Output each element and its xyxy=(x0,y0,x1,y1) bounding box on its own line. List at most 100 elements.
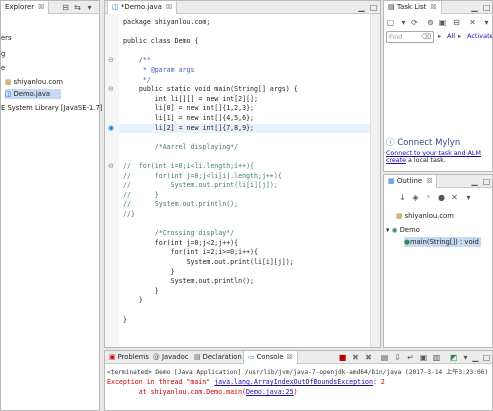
tab-package-explorer[interactable]: Explorer ☒ xyxy=(1,1,50,14)
code-line[interactable]: for(int i=2;i>=0;i++){ xyxy=(123,248,258,257)
hide-nonpublic-icon[interactable]: ● xyxy=(437,193,446,202)
code-line[interactable]: // for(int j=0;j<li[i].length;j++){ xyxy=(123,172,282,181)
breakpoint-marker-icon[interactable]: ◉ xyxy=(108,124,114,132)
code-line[interactable]: for(int j=0;j<2;j++){ xyxy=(123,239,238,248)
outline-item-class[interactable]: ▾ ◉ Demo xyxy=(386,225,420,235)
terminate-icon[interactable]: ■ xyxy=(338,353,347,362)
hide-icon[interactable]: ▣ xyxy=(438,18,447,27)
close-icon[interactable]: ☒ xyxy=(166,3,172,11)
sort-icon[interactable]: ↓ xyxy=(398,193,407,202)
code-line[interactable]: li[1] = new int[]{4,5,6}; xyxy=(123,114,254,123)
vertical-scrollbar[interactable] xyxy=(370,14,380,347)
menu-icon[interactable]: ▾ xyxy=(482,18,491,27)
collapse-arrow-icon[interactable]: ▾ xyxy=(386,226,389,234)
open-console-icon[interactable]: ◩ xyxy=(449,353,458,362)
all-link[interactable]: All xyxy=(447,32,455,40)
menu-icon[interactable]: ▾ xyxy=(464,193,473,202)
code-line[interactable]: li[0] = new int[]{1,2,3}; xyxy=(123,104,254,113)
code-line[interactable]: /** xyxy=(123,56,151,65)
code-line[interactable]: // System.out.print(li[i][j]); xyxy=(123,181,278,190)
maximize-icon[interactable]: □ xyxy=(482,177,491,186)
tab-problems[interactable]: ▣ Problems xyxy=(109,351,149,364)
code-line[interactable]: System.out.println(); xyxy=(123,277,254,286)
view-menu-icon[interactable]: ▾ xyxy=(85,3,94,12)
outline-item-package[interactable]: ▦ shiyanlou.com xyxy=(396,211,454,221)
fold-toggle-icon[interactable]: ⊖ xyxy=(108,85,114,93)
close-all-icon[interactable]: ✕ xyxy=(468,18,477,27)
remove-all-icon[interactable]: ✖ xyxy=(364,353,373,362)
code-line[interactable]: package shiyanlou.com; xyxy=(123,18,210,27)
minimize-icon[interactable]: ▁ xyxy=(470,177,479,186)
close-icon[interactable]: ☒ xyxy=(287,353,293,361)
maximize-icon[interactable]: □ xyxy=(482,353,491,362)
link-editor-icon[interactable]: ⇆ xyxy=(73,3,82,12)
code-area[interactable]: package shiyanlou.com; public class Demo … xyxy=(119,14,370,347)
tree-item[interactable]: ers xyxy=(1,33,12,43)
tab-console[interactable]: ▭ Console ☒ xyxy=(243,351,298,364)
hide-local-types-icon[interactable]: ✕ xyxy=(450,193,459,202)
code-line[interactable]: // } xyxy=(123,191,159,200)
tree-item-library[interactable]: E System Library [JavaSE-1.7] xyxy=(1,103,102,113)
code-line[interactable]: // for(int i=0;i<li.length;i++){ xyxy=(123,162,254,171)
minimize-icon[interactable]: ▁ xyxy=(471,353,480,362)
fold-toggle-icon[interactable]: ⊖ xyxy=(108,56,114,64)
new-task-icon[interactable]: ▢ xyxy=(386,18,395,27)
hide-fields-icon[interactable]: ◈ xyxy=(411,193,420,202)
tree-item[interactable]: g xyxy=(1,49,5,59)
code-line[interactable]: // System.out.println(); xyxy=(123,200,238,209)
create-link[interactable]: create xyxy=(386,157,406,164)
tab-javadoc[interactable]: @ Javadoc xyxy=(153,351,189,364)
fold-toggle-icon[interactable]: ⊖ xyxy=(108,162,114,170)
hide-static-icon[interactable]: ˢ xyxy=(424,193,433,202)
code-line[interactable]: /*Aarrel displaying*/ xyxy=(123,143,238,152)
activate-link[interactable]: Activate... xyxy=(467,32,492,40)
filter-icon[interactable]: ⊚ xyxy=(426,18,435,27)
find-input[interactable]: Find ⌫ xyxy=(386,31,434,43)
connect-link[interactable]: Connect to your task and ALM xyxy=(386,150,481,157)
code-line[interactable]: public class Demo { xyxy=(123,37,198,46)
remove-launch-icon[interactable]: ✖ xyxy=(351,353,360,362)
close-icon[interactable]: ☒ xyxy=(430,3,436,11)
exception-link[interactable]: java.lang.ArrayIndexOutOfBoundsException xyxy=(214,378,373,386)
close-icon[interactable]: ☒ xyxy=(38,3,44,11)
code-line[interactable]: } xyxy=(123,296,143,305)
maximize-icon[interactable]: □ xyxy=(369,3,378,12)
tree-item-package[interactable]: ▦ shiyanlou.com xyxy=(5,77,63,87)
tree-item-file-selected[interactable]: ◫ Demo.java xyxy=(5,89,61,99)
tab-declaration[interactable]: ▤ Declaration xyxy=(194,351,242,364)
tab-demo-java[interactable]: ◫ *Demo.java ☒ xyxy=(107,1,178,14)
code-line[interactable]: li[2] = new int[]{7,8,9}; xyxy=(119,123,370,133)
minimize-icon[interactable]: ▁ xyxy=(357,3,366,12)
code-line[interactable]: */ xyxy=(123,76,151,85)
console-panel: ▣ Problems @ Javadoc ▤ Declaration ▭ Con… xyxy=(104,350,493,411)
scroll-lock-icon[interactable]: ⇩ xyxy=(393,353,402,362)
word-wrap-icon[interactable]: ↵ xyxy=(406,353,415,362)
open-console-dropdown-icon[interactable]: ▾ xyxy=(461,353,470,362)
tree-item[interactable]: e xyxy=(1,63,5,73)
code-line[interactable]: /*Crossing display*/ xyxy=(123,229,234,238)
dropdown-icon[interactable]: ▾ xyxy=(399,18,408,27)
categorize-icon[interactable]: ▸ xyxy=(438,32,441,40)
maximize-icon[interactable]: □ xyxy=(482,3,491,12)
stacktrace-link[interactable]: Demo.java:25 xyxy=(246,388,294,396)
collapse-all-icon[interactable]: ⊟ xyxy=(61,3,70,12)
display-console-icon[interactable]: ▥ xyxy=(432,353,441,362)
close-icon[interactable]: ☒ xyxy=(426,177,432,185)
code-line[interactable]: System.out.print(li[i][j]); xyxy=(123,258,294,267)
code-line[interactable]: //} xyxy=(123,210,135,219)
tab-task-list[interactable]: ▤ Task List ☒ xyxy=(384,1,442,14)
pin-console-icon[interactable]: ▣ xyxy=(419,353,428,362)
code-line[interactable]: public static void main(String[] args) { xyxy=(123,85,298,94)
code-line[interactable]: } xyxy=(123,287,159,296)
code-line[interactable]: * @param args xyxy=(123,66,195,75)
code-line[interactable]: } xyxy=(123,316,127,325)
code-line[interactable]: } xyxy=(123,268,175,277)
tab-outline[interactable]: ▦ Outline ☒ xyxy=(384,175,438,188)
outline-item-method-selected[interactable]: ●main(String[]) : void xyxy=(404,237,481,247)
code-line[interactable]: int li[][] = new int[2][]; xyxy=(123,95,258,104)
clear-icon[interactable]: ⌫ xyxy=(421,32,431,42)
minimize-icon[interactable]: ▁ xyxy=(470,3,479,12)
sync-icon[interactable]: ⟳ xyxy=(410,18,419,27)
clear-console-icon[interactable]: ▤ xyxy=(380,353,389,362)
collapse-icon[interactable]: ⊟ xyxy=(452,18,461,27)
